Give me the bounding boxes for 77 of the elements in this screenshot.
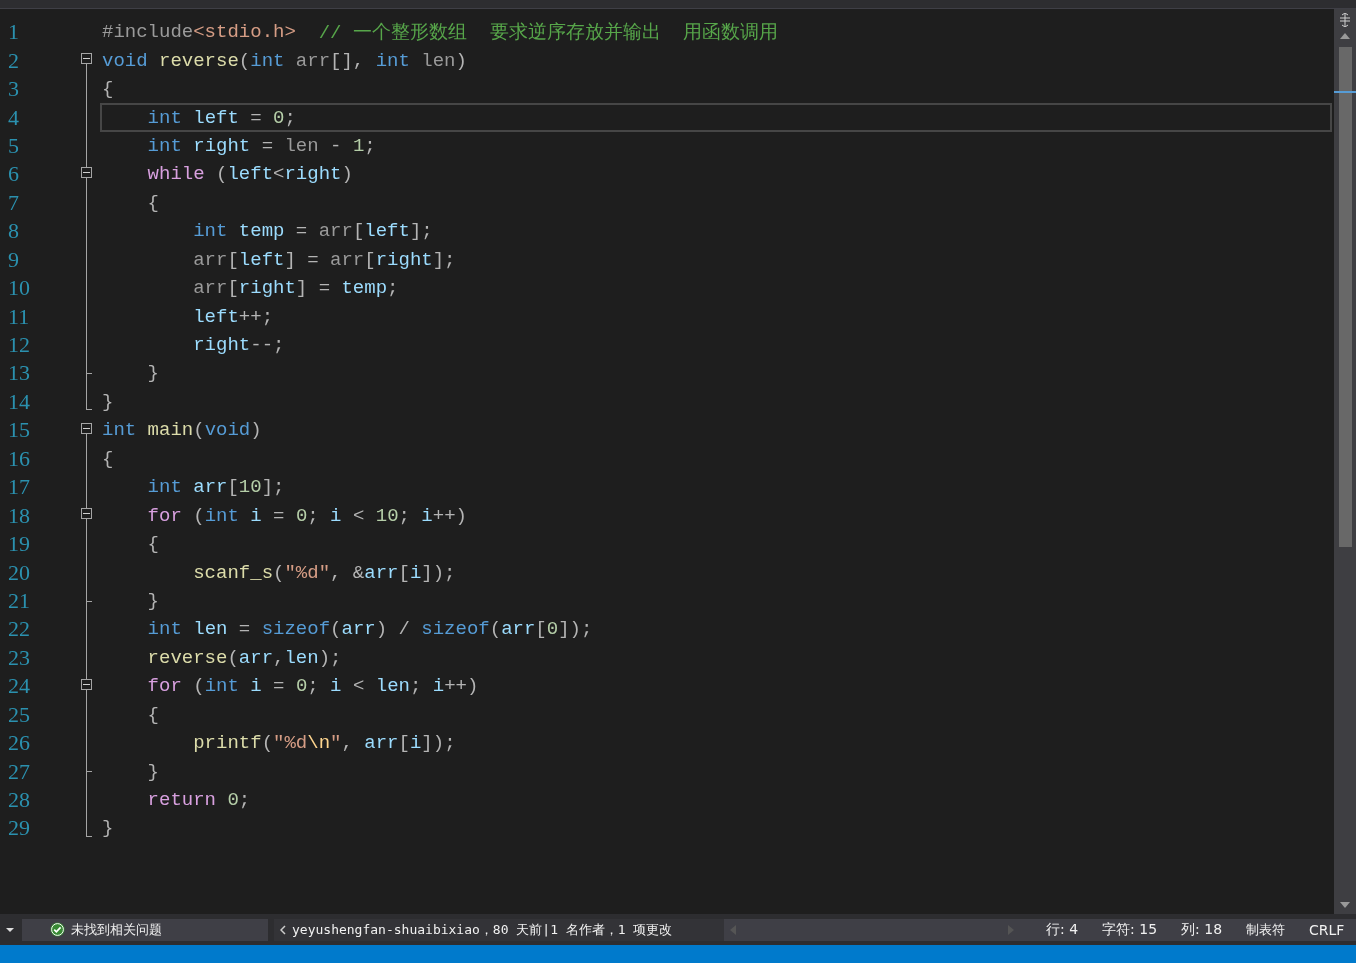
line-number: 19 [7,531,31,558]
line-number: 13 [7,360,31,387]
line-number: 26 [7,730,31,757]
chevron-left-icon[interactable] [280,924,286,935]
line-number: 17 [7,474,31,501]
char-indicator[interactable]: 字符: 15 [1102,920,1158,939]
line-number: 8 [7,218,20,245]
code-line: { [101,77,115,103]
code-line: int right = len - 1; [146,133,377,159]
code-line: right--; [192,333,286,359]
line-number: 22 [7,616,31,643]
code-line: reverse(arr,len); [146,645,343,671]
vertical-scrollbar[interactable] [1334,9,1356,914]
line-number: 5 [7,132,20,159]
line-number: 6 [7,161,20,188]
code-line: while (left<right) [146,162,354,188]
caret-position-marker [1334,91,1356,93]
check-circle-icon [50,922,65,937]
collapse-toggle[interactable] [81,53,92,65]
code-line: left++; [192,304,275,330]
scroll-thumb[interactable] [1338,47,1352,547]
line-number: 15 [7,417,31,444]
line-number: 24 [7,673,31,700]
line-ending[interactable]: CRLF [1309,921,1345,938]
collapse-toggle[interactable] [81,167,92,179]
code-line: int len = sizeof(arr) / sizeof(arr[0]); [146,617,594,643]
line-number: 10 [7,275,31,302]
scroll-down-icon[interactable] [1340,902,1350,908]
line-number: 1 [7,19,20,46]
line-number: 23 [7,644,31,671]
code-line: int temp = arr[left]; [192,219,434,245]
code-line: } [101,816,115,842]
line-number: 9 [7,246,20,273]
code-line: } [146,361,160,387]
code-line: for (int i = 0; i < 10; i++) [146,503,468,529]
code-line: arr[left] = arr[right]; [192,247,457,273]
line-number: 12 [7,332,31,359]
line-number: 21 [7,587,31,614]
code-line: { [146,702,160,728]
scroll-up-icon[interactable] [1340,33,1350,39]
line-number: 16 [7,445,31,472]
code-line: #include<stdio.h> // 一个整形数组 要求逆序存放并输出 用函数调用 [101,20,780,47]
code-line: } [146,759,160,785]
line-number: 27 [7,758,31,785]
indent-mode[interactable]: 制表符 [1246,920,1286,939]
line-number: 11 [7,303,31,330]
line-number: 2 [7,47,20,74]
line-number: 28 [7,787,31,814]
code-line: { [101,446,115,472]
line-number: 29 [7,815,31,842]
line-number: 7 [7,189,20,216]
line-number: 4 [7,104,20,131]
column-indicator[interactable]: 列: 18 [1181,920,1223,939]
line-number: 25 [7,701,31,728]
code-line: int main(void) [101,418,263,444]
code-line: { [146,190,160,216]
code-line: int arr[10]; [146,475,286,501]
code-line: for (int i = 0; i < len; i++) [146,674,480,700]
line-number: 3 [7,76,20,103]
line-number: 18 [7,502,31,529]
code-line: { [146,532,160,558]
collapse-toggle[interactable] [81,679,92,691]
dropdown-caret-icon[interactable] [6,927,14,932]
code-line: } [146,588,160,614]
collapse-toggle[interactable] [81,508,92,520]
line-number: 20 [7,559,31,586]
issues-indicator[interactable]: 未找到相关问题 [22,918,268,941]
code-line: void reverse(int arr[], int len) [101,48,468,74]
code-line: } [101,389,115,415]
code-line: scanf_s("%d", &arr[i]); [192,560,457,586]
code-line: return 0; [146,788,252,814]
code-line: printf("%d\n", arr[i]); [192,731,457,757]
split-icon[interactable] [1339,13,1351,27]
line-indicator[interactable]: 行: 4 [1046,920,1079,939]
code-line: arr[right] = temp; [192,276,400,302]
collapse-toggle[interactable] [81,423,92,435]
line-number: 14 [7,388,31,415]
